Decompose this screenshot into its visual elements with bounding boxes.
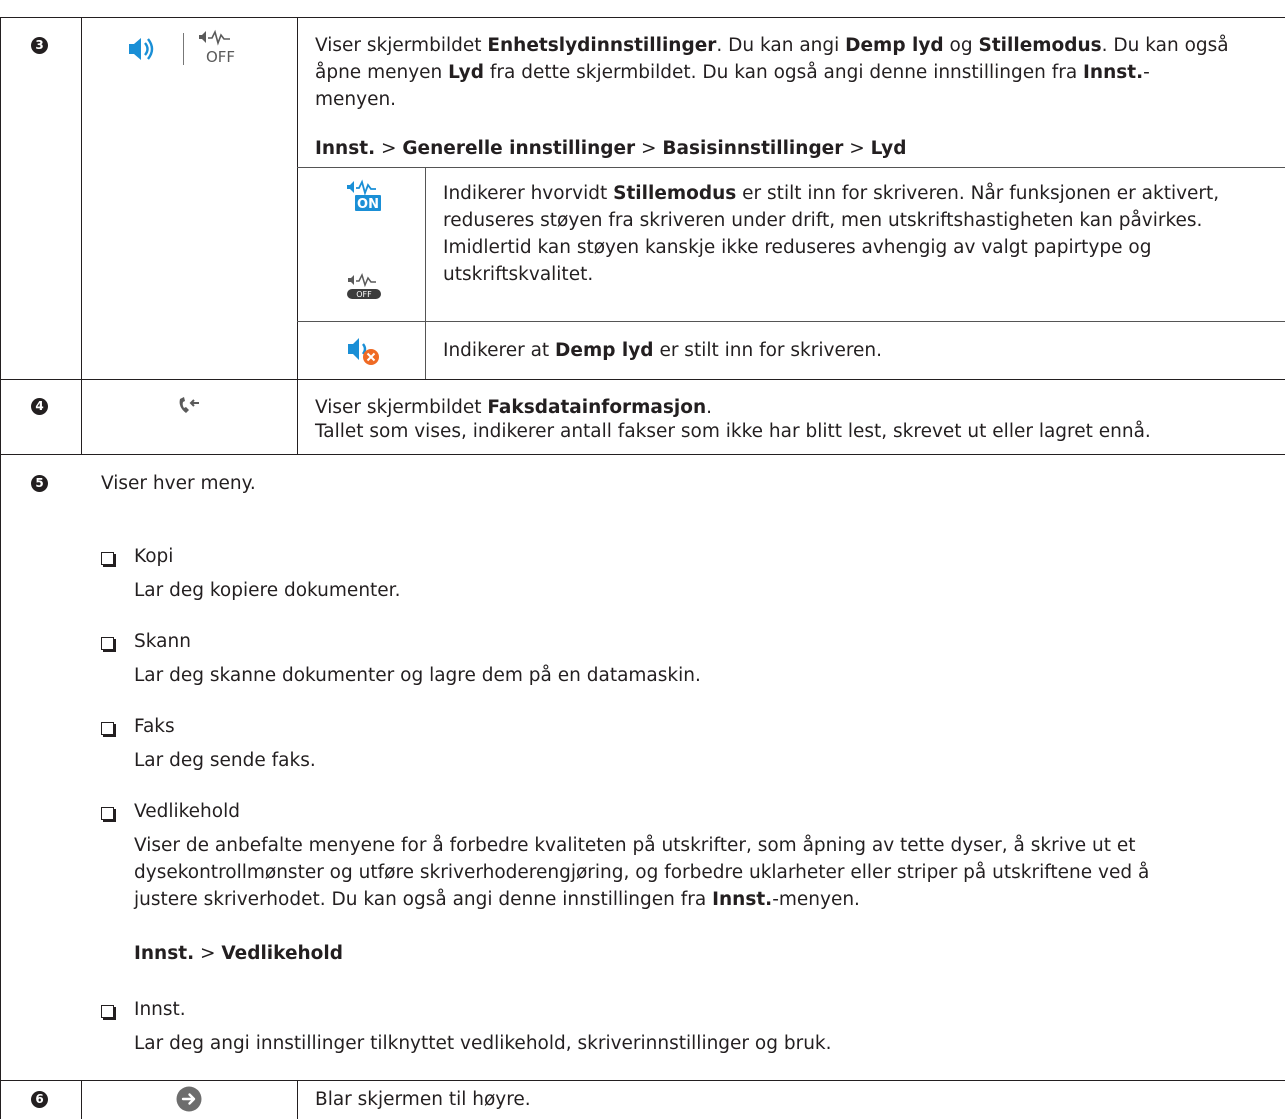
row5-intro: Viser hver meny.: [101, 473, 256, 494]
quiet-mode-off-small-icon: OFF: [347, 272, 381, 299]
column-divider: [297, 1080, 298, 1119]
quiet-mode-off-icon: OFF: [199, 29, 235, 66]
bullet-icon: [101, 807, 114, 820]
row3-desc-line3: menyen.: [315, 89, 397, 110]
row-divider: [0, 379, 1285, 380]
row4-desc-line2: Tallet som vises, indikerer antall fakse…: [315, 421, 1151, 442]
quiet-mode-desc-line1: Indikerer hvorvidt Stillemodus er stilt …: [443, 183, 1220, 204]
table-top-border: [0, 17, 1285, 18]
fax-data-icon: [179, 397, 199, 413]
row-number-4: 4: [31, 398, 48, 415]
column-divider: [81, 17, 82, 454]
icon-separator: [183, 33, 184, 65]
menu-item-innst-label: Innst.: [134, 999, 186, 1020]
menu-item-vedlikehold-desc-line3: justere skriverhodet. Du kan også angi d…: [134, 889, 860, 910]
menu-item-vedlikehold-label: Vedlikehold: [134, 801, 240, 822]
table-left-border: [0, 17, 1, 1119]
bullet-icon: [101, 637, 114, 650]
subtable-column-divider: [425, 167, 426, 379]
svg-text:OFF: OFF: [356, 290, 372, 299]
menu-item-vedlikehold-desc-line2: dysekontrollmønster og utføre skriverhod…: [134, 862, 1150, 883]
bullet-icon: [101, 722, 114, 735]
speaker-icon: [129, 38, 154, 60]
column-divider: [297, 17, 298, 454]
quiet-mode-desc-line2: reduseres støyen fra skriveren under dri…: [443, 210, 1203, 231]
menu-item-kopi-desc: Lar deg kopiere dokumenter.: [134, 580, 401, 601]
bullet-icon: [101, 1005, 114, 1018]
row4-desc-line1: Viser skjermbildet Faksdatainformasjon.: [315, 397, 713, 418]
quiet-mode-desc-line4: utskriftskvalitet.: [443, 264, 594, 285]
subtable-top-border: [297, 167, 1285, 168]
row3-desc-line1: Viser skjermbildet Enhetslydinnstillinge…: [315, 35, 1229, 56]
scroll-right-icon: [176, 1086, 202, 1112]
menu-item-vedlikehold-path: Innst. > Vedlikehold: [134, 943, 343, 964]
menu-item-faks-desc: Lar deg sende faks.: [134, 750, 316, 771]
row-divider: [0, 454, 1285, 455]
menu-item-innst-desc: Lar deg angi innstillinger tilknyttet ve…: [134, 1033, 832, 1054]
bullet-icon: [101, 552, 114, 565]
row-number-3: 3: [31, 37, 48, 54]
menu-item-vedlikehold-desc-line1: Viser de anbefalte menyene for å forbedr…: [134, 835, 1136, 856]
row3-desc-line2: åpne menyen Lyd fra dette skjermbildet. …: [315, 62, 1150, 83]
mute-desc: Indikerer at Demp lyd er stilt inn for s…: [443, 340, 883, 361]
menu-item-kopi-label: Kopi: [134, 546, 174, 567]
svg-text:ON: ON: [357, 197, 379, 212]
menu-item-faks-label: Faks: [134, 716, 175, 737]
subtable-row-divider: [297, 321, 1285, 322]
manual-table: 3 OFF Viser skjermbildet Enhetslydinnsti…: [0, 0, 1285, 1119]
svg-text:OFF: OFF: [206, 48, 235, 66]
row3-menu-path: Innst. > Generelle innstillinger > Basis…: [315, 138, 907, 159]
menu-item-skann-desc: Lar deg skanne dokumenter og lagre dem p…: [134, 665, 701, 686]
column-divider: [81, 1080, 82, 1119]
row-number-5: 5: [31, 475, 48, 492]
row-divider: [0, 1080, 1285, 1081]
mute-icon: [348, 338, 379, 365]
menu-item-skann-label: Skann: [134, 631, 191, 652]
row-number-6: 6: [31, 1091, 48, 1108]
quiet-mode-on-icon: ON: [347, 179, 381, 212]
row6-desc: Blar skjermen til høyre.: [315, 1089, 531, 1110]
quiet-mode-desc-line3: Imidlertid kan støyen kanskje ikke redus…: [443, 237, 1152, 258]
